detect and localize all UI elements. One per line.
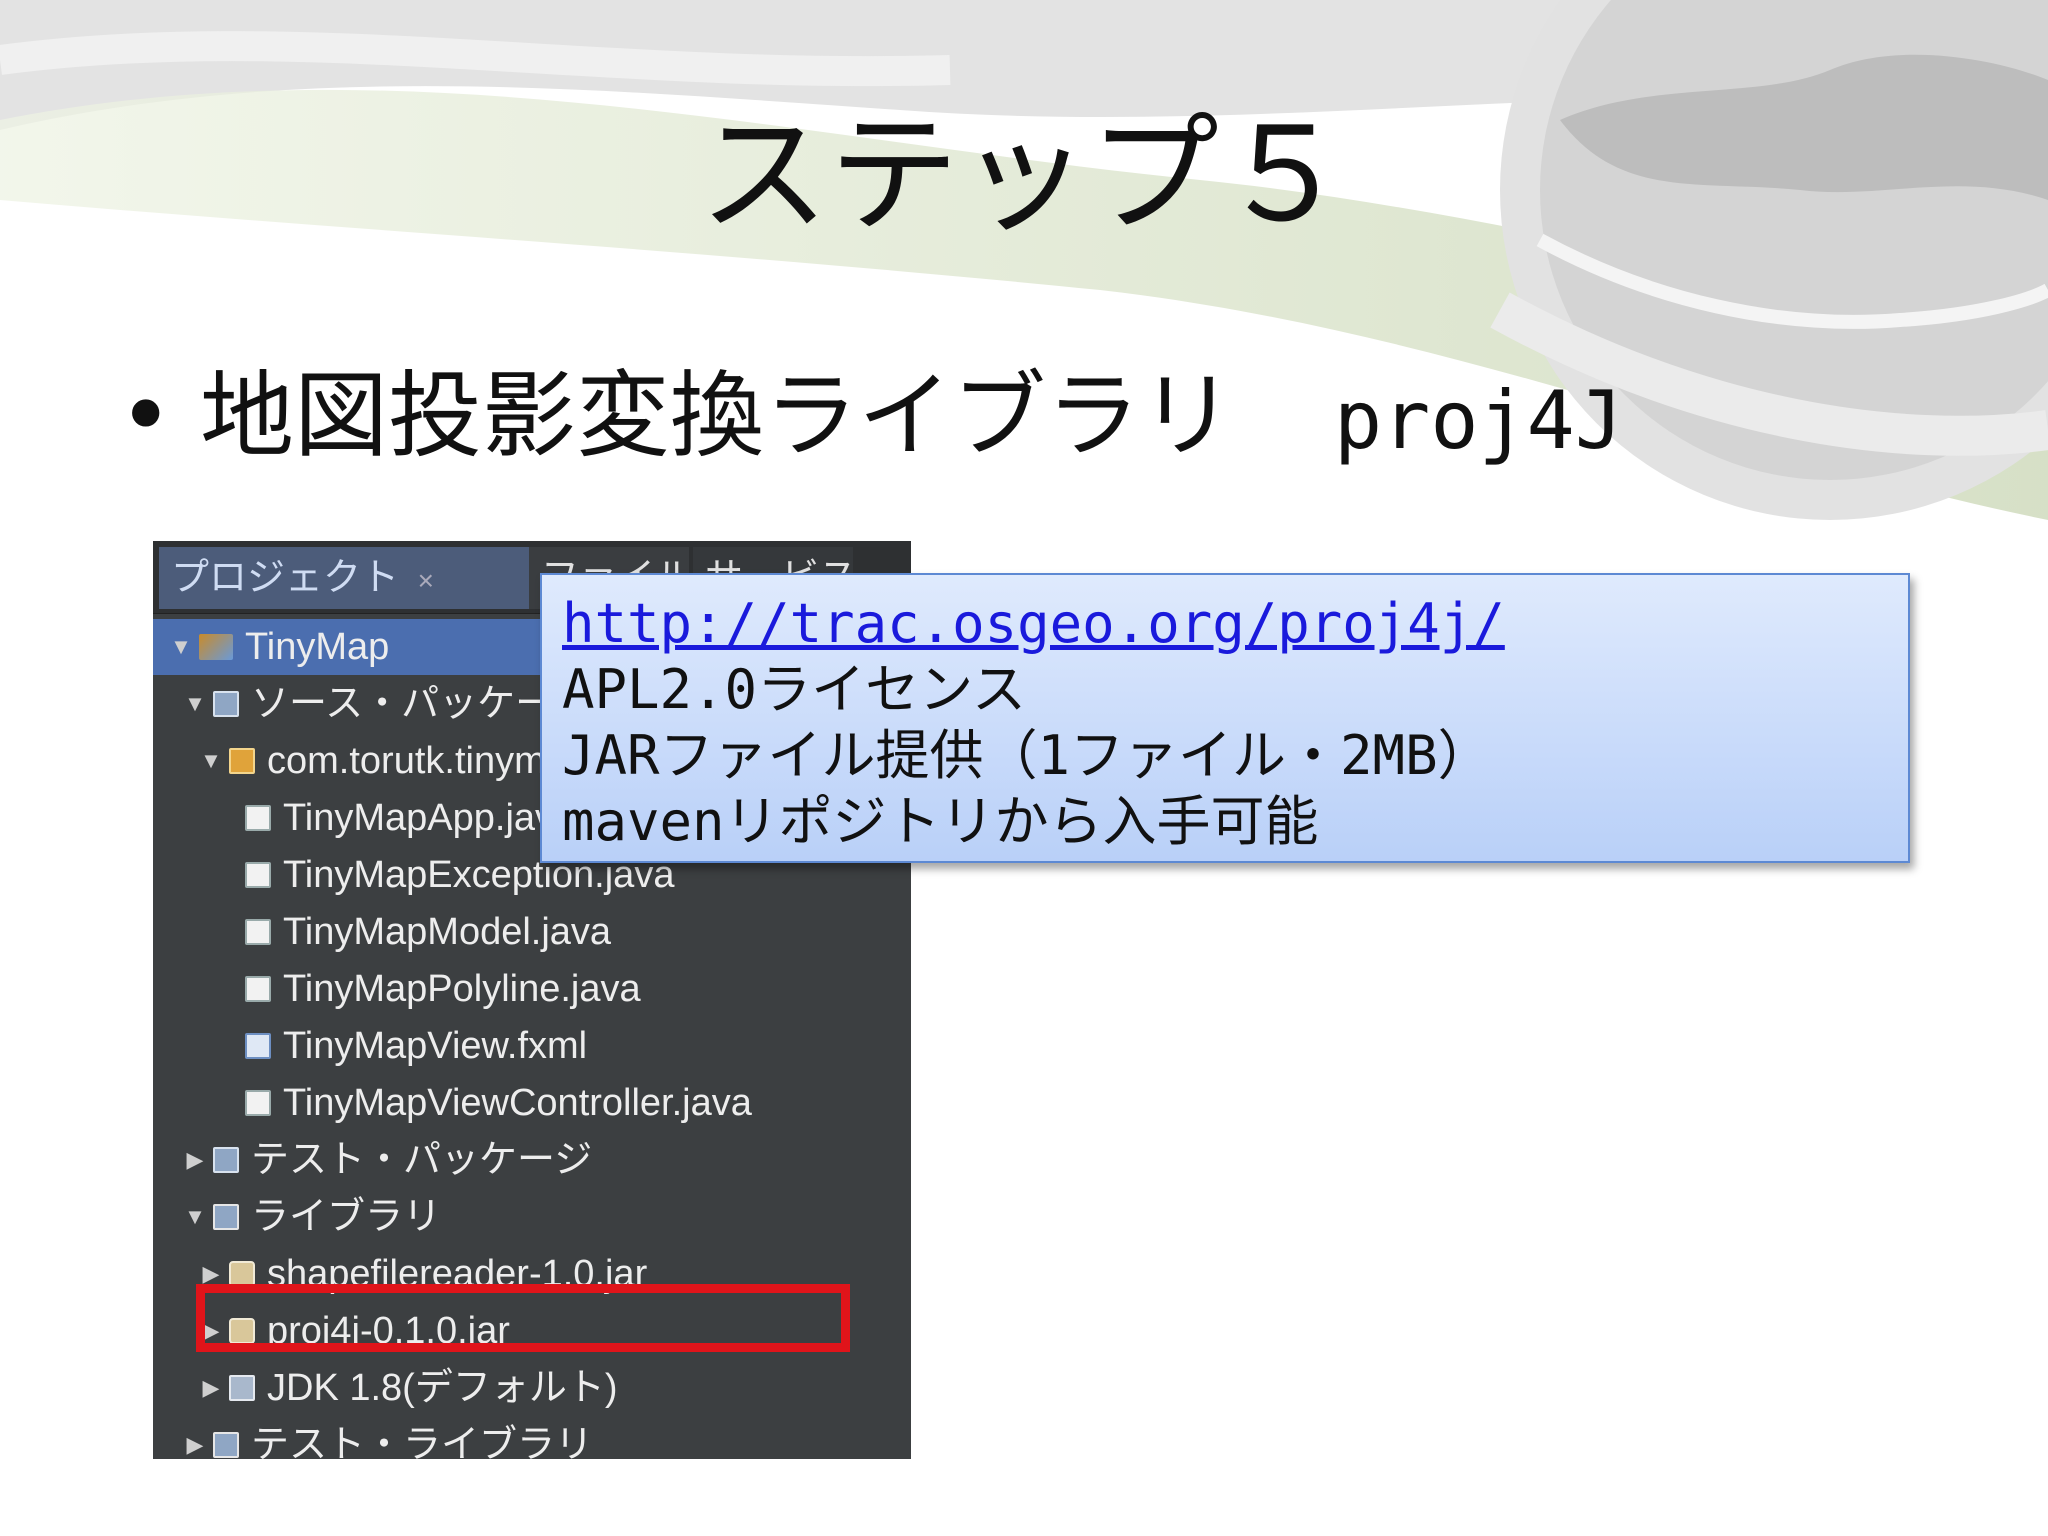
source-packages-icon [213,691,239,717]
tree-node-label: TinyMapApp.java [283,797,576,839]
tree-node-label: TinyMapPolyline.java [283,968,641,1010]
tree-node-test-packages[interactable]: ▶ テスト・パッケージ [183,1132,593,1188]
bullet-dot-icon: • [118,362,174,471]
expand-arrow-icon[interactable]: ▶ [183,1132,207,1188]
tree-node-jdk[interactable]: ▶ JDK 1.8(デフォルト) [199,1360,618,1416]
java-file-icon [245,976,271,1002]
expand-arrow-icon[interactable]: ▶ [199,1360,223,1416]
expand-arrow-icon[interactable]: ▼ [169,619,193,675]
java-file-icon [245,919,271,945]
highlight-box [196,1284,850,1352]
slide-title: ステップ５ [698,99,1349,251]
project-icon [199,634,233,660]
jar-info-text: JARファイル提供（1ファイル・2MB） [562,724,1492,787]
tree-node-package[interactable]: ▼ com.torutk.tinymap [199,733,588,789]
maven-info-text: mavenリポジトリから入手可能 [562,790,1319,853]
tab-projects[interactable]: プロジェクト × [159,547,529,609]
info-callout: http://trac.osgeo.org/proj4j/ APL2.0ライセン… [540,573,1910,863]
close-icon[interactable]: × [418,565,434,596]
bullet-item: • 地図投影変換ライブラリ proj4J [118,362,1623,472]
tree-node-libraries[interactable]: ▼ ライブラリ [183,1189,441,1245]
tree-node-label: TinyMapView.fxml [283,1025,588,1067]
tree-node-file[interactable]: TinyMapApp.java [239,790,575,846]
java-file-icon [245,1090,271,1116]
java-file-icon [245,862,271,888]
tree-node-label: テスト・パッケージ [251,1139,593,1181]
tab-projects-label: プロジェクト [171,557,400,599]
tree-node-label: テスト・ライブラリ [251,1424,594,1459]
tree-node-file[interactable]: TinyMapModel.java [239,904,611,960]
package-icon [229,748,255,774]
tree-node-file[interactable]: TinyMapView.fxml [239,1018,587,1074]
tree-node-label: TinyMapViewController.java [283,1082,752,1124]
expand-arrow-icon[interactable]: ▼ [199,733,223,789]
tree-node-file[interactable]: TinyMapViewController.java [239,1075,752,1131]
bullet-text: 地図投影変換ライブラリ [200,362,1235,471]
proj4j-link[interactable]: http://trac.osgeo.org/proj4j/ [562,592,1505,655]
tree-node-source-packages[interactable]: ▼ ソース・パッケージ [183,676,590,732]
java-file-icon [245,805,271,831]
tree-node-label: JDK 1.8(デフォルト) [267,1367,618,1409]
tree-node-label: TinyMap [245,626,390,668]
tree-node-label: ライブラリ [251,1196,442,1238]
libraries-icon [213,1204,239,1230]
expand-arrow-icon[interactable]: ▼ [183,676,207,732]
expand-arrow-icon[interactable]: ▶ [183,1417,207,1459]
fxml-file-icon [245,1033,271,1059]
bullet-code: proj4J [1334,374,1623,467]
test-libraries-icon [213,1432,239,1458]
tree-node-label: TinyMapModel.java [283,911,612,953]
expand-arrow-icon[interactable]: ▼ [183,1189,207,1245]
test-packages-icon [213,1147,239,1173]
tree-node-file[interactable]: TinyMapPolyline.java [239,961,641,1017]
tree-node-test-libraries[interactable]: ▶ テスト・ライブラリ [183,1417,593,1459]
license-text: APL2.0ライセンス [562,658,1026,721]
jdk-icon [229,1375,255,1401]
